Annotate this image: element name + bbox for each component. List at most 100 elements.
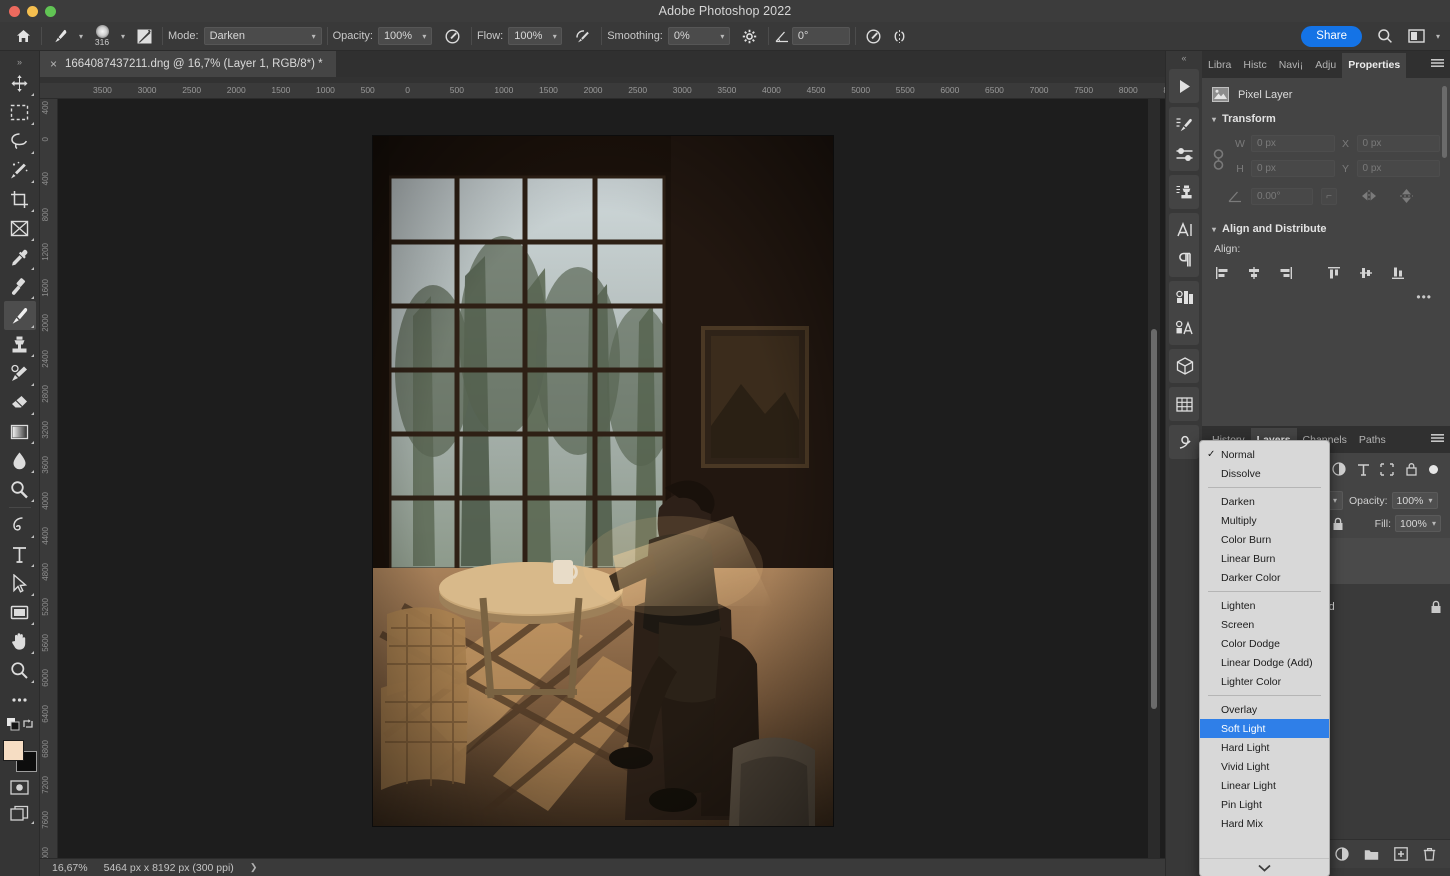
menu-item-pin-light[interactable]: Pin Light	[1200, 795, 1329, 814]
adjustment-filter-icon[interactable]	[1331, 461, 1347, 477]
menu-item-overlay[interactable]: Overlay	[1200, 700, 1329, 719]
width-input[interactable]: 0 px	[1251, 135, 1335, 152]
blur-drop-icon[interactable]	[4, 446, 36, 475]
transform-section-header[interactable]: ▾ Transform	[1202, 109, 1450, 129]
eyedropper-tool[interactable]	[4, 243, 36, 272]
menu-item-lighten[interactable]: Lighten	[1200, 596, 1329, 615]
x-input[interactable]: 0 px	[1356, 135, 1440, 152]
zoom-tool[interactable]	[4, 656, 36, 685]
share-button[interactable]: Share	[1301, 25, 1362, 47]
quick-mask-icon[interactable]	[4, 774, 36, 800]
brush-icon[interactable]	[47, 25, 73, 47]
path-arrow-icon[interactable]	[4, 569, 36, 598]
move-tool[interactable]	[4, 69, 36, 98]
window-controls[interactable]	[9, 0, 56, 22]
align-top-icon[interactable]	[1326, 265, 1342, 280]
new-group-icon[interactable]	[1364, 848, 1379, 861]
align-center-horizontal-icon[interactable]	[1246, 265, 1262, 280]
brush-settings-icon[interactable]	[1169, 109, 1200, 139]
menu-item-darker-color[interactable]: Darker Color	[1200, 568, 1329, 587]
gradient-tool[interactable]	[4, 417, 36, 446]
brush-size-preview[interactable]: 316	[89, 24, 115, 48]
smoothing-input[interactable]: 0%	[667, 27, 716, 45]
smoothing-chevron-icon[interactable]: ▾	[715, 27, 730, 45]
workspace-icon[interactable]	[1408, 25, 1426, 47]
airbrush-icon[interactable]	[570, 25, 596, 47]
tab-libraries[interactable]: Libra	[1202, 53, 1237, 78]
flow-chevron-icon[interactable]: ▾	[548, 27, 563, 45]
angle-unit[interactable]: ⌐	[1321, 187, 1337, 205]
tab-paths[interactable]: Paths	[1353, 428, 1392, 453]
shape-filter-icon[interactable]	[1379, 461, 1395, 477]
layer-opacity-input[interactable]: 100% ▾	[1391, 492, 1438, 509]
rectangular-marquee-tool[interactable]	[4, 98, 36, 127]
flip-horizontal-icon[interactable]	[1359, 189, 1379, 203]
crop-tool[interactable]	[4, 185, 36, 214]
menu-item-hard-light[interactable]: Hard Light	[1200, 738, 1329, 757]
expand-toolbar-icon[interactable]: »	[0, 55, 39, 69]
grid-icon[interactable]	[1169, 389, 1200, 419]
tab-adjustments[interactable]: Adju	[1309, 53, 1342, 78]
smart-object-filter-icon[interactable]	[1403, 461, 1419, 477]
paragraph-icon[interactable]	[1169, 245, 1200, 275]
glyph-icon[interactable]	[1169, 427, 1200, 457]
align-bottom-icon[interactable]	[1390, 265, 1406, 280]
menu-item-linear-light[interactable]: Linear Light	[1200, 776, 1329, 795]
pen-tool[interactable]	[4, 511, 36, 540]
panel-menu-icon[interactable]	[1431, 433, 1444, 443]
new-layer-icon[interactable]	[1394, 847, 1408, 861]
menu-item-vivid-light[interactable]: Vivid Light	[1200, 757, 1329, 776]
screen-mode-icon[interactable]	[4, 800, 36, 826]
canvas-area[interactable]	[58, 99, 1165, 859]
flip-vertical-icon[interactable]	[1399, 187, 1414, 205]
clone-stamp-tool[interactable]	[4, 330, 36, 359]
zoom-level[interactable]: 16,67%	[52, 862, 88, 874]
scrollbar-thumb[interactable]	[1151, 329, 1157, 709]
horizontal-ruler[interactable]: 3500 3000 2500 2000 1500 1000 500 0 500 1000 1500 2…	[40, 83, 1165, 99]
filter-toggle-icon[interactable]	[1429, 464, 1438, 474]
menu-item-color-burn[interactable]: Color Burn	[1200, 530, 1329, 549]
delete-layer-icon[interactable]	[1423, 847, 1436, 861]
frame-tool[interactable]	[4, 214, 36, 243]
maximize-window-button[interactable]	[45, 5, 56, 17]
menu-item-normal[interactable]: ✓ Normal	[1200, 445, 1329, 464]
align-middle-vertical-icon[interactable]	[1358, 265, 1374, 280]
healing-brush-icon[interactable]	[4, 272, 36, 301]
chevron-down-icon[interactable]	[1200, 858, 1329, 876]
symmetry-icon[interactable]	[887, 25, 913, 47]
close-window-button[interactable]	[9, 5, 20, 17]
angle-input[interactable]: 0.00°	[1251, 187, 1313, 205]
menu-item-multiply[interactable]: Multiply	[1200, 511, 1329, 530]
height-input[interactable]: 0 px	[1251, 160, 1335, 177]
pressure-size-icon[interactable]	[861, 25, 887, 47]
opacity-chevron-icon[interactable]: ▾	[417, 27, 432, 45]
menu-item-linear-burn[interactable]: Linear Burn	[1200, 549, 1329, 568]
flow-control[interactable]: 100% ▾	[508, 27, 563, 45]
blend-mode-select[interactable]: Darken ▾	[203, 27, 322, 45]
dodge-tool[interactable]	[4, 475, 36, 504]
rectangle-icon[interactable]	[4, 598, 36, 627]
layer-comps-icon[interactable]	[1169, 283, 1200, 313]
swap-colors-icon[interactable]	[22, 718, 34, 730]
menu-item-darken[interactable]: Darken	[1200, 492, 1329, 511]
eraser-tool[interactable]	[4, 388, 36, 417]
menu-item-soft-light[interactable]: Soft Light	[1200, 719, 1329, 738]
opacity-control[interactable]: 100% ▾	[377, 27, 432, 45]
menu-item-screen[interactable]: Screen	[1200, 615, 1329, 634]
link-dimensions-icon[interactable]	[1212, 147, 1228, 173]
panel-menu-icon[interactable]	[1431, 58, 1444, 68]
align-right-icon[interactable]	[1278, 265, 1294, 280]
default-colors-icon[interactable]	[7, 718, 20, 731]
search-icon[interactable]	[1372, 25, 1398, 47]
brush-preset-chevron-icon[interactable]: ▾	[73, 25, 89, 47]
blend-mode-dropdown-menu[interactable]: ✓ Normal Dissolve Darken Multiply Color Burn L…	[1199, 440, 1330, 876]
opacity-input[interactable]: 100%	[377, 27, 418, 45]
align-left-icon[interactable]	[1214, 265, 1230, 280]
hand-tool[interactable]	[4, 627, 36, 656]
brush-tool[interactable]	[3, 301, 36, 330]
menu-item-linear-dodge-add[interactable]: Linear Dodge (Add)	[1200, 653, 1329, 672]
character-styles-icon[interactable]	[1169, 313, 1200, 343]
magic-wand-icon[interactable]	[4, 156, 36, 185]
gear-icon[interactable]	[737, 25, 763, 47]
character-icon[interactable]	[1169, 215, 1200, 245]
